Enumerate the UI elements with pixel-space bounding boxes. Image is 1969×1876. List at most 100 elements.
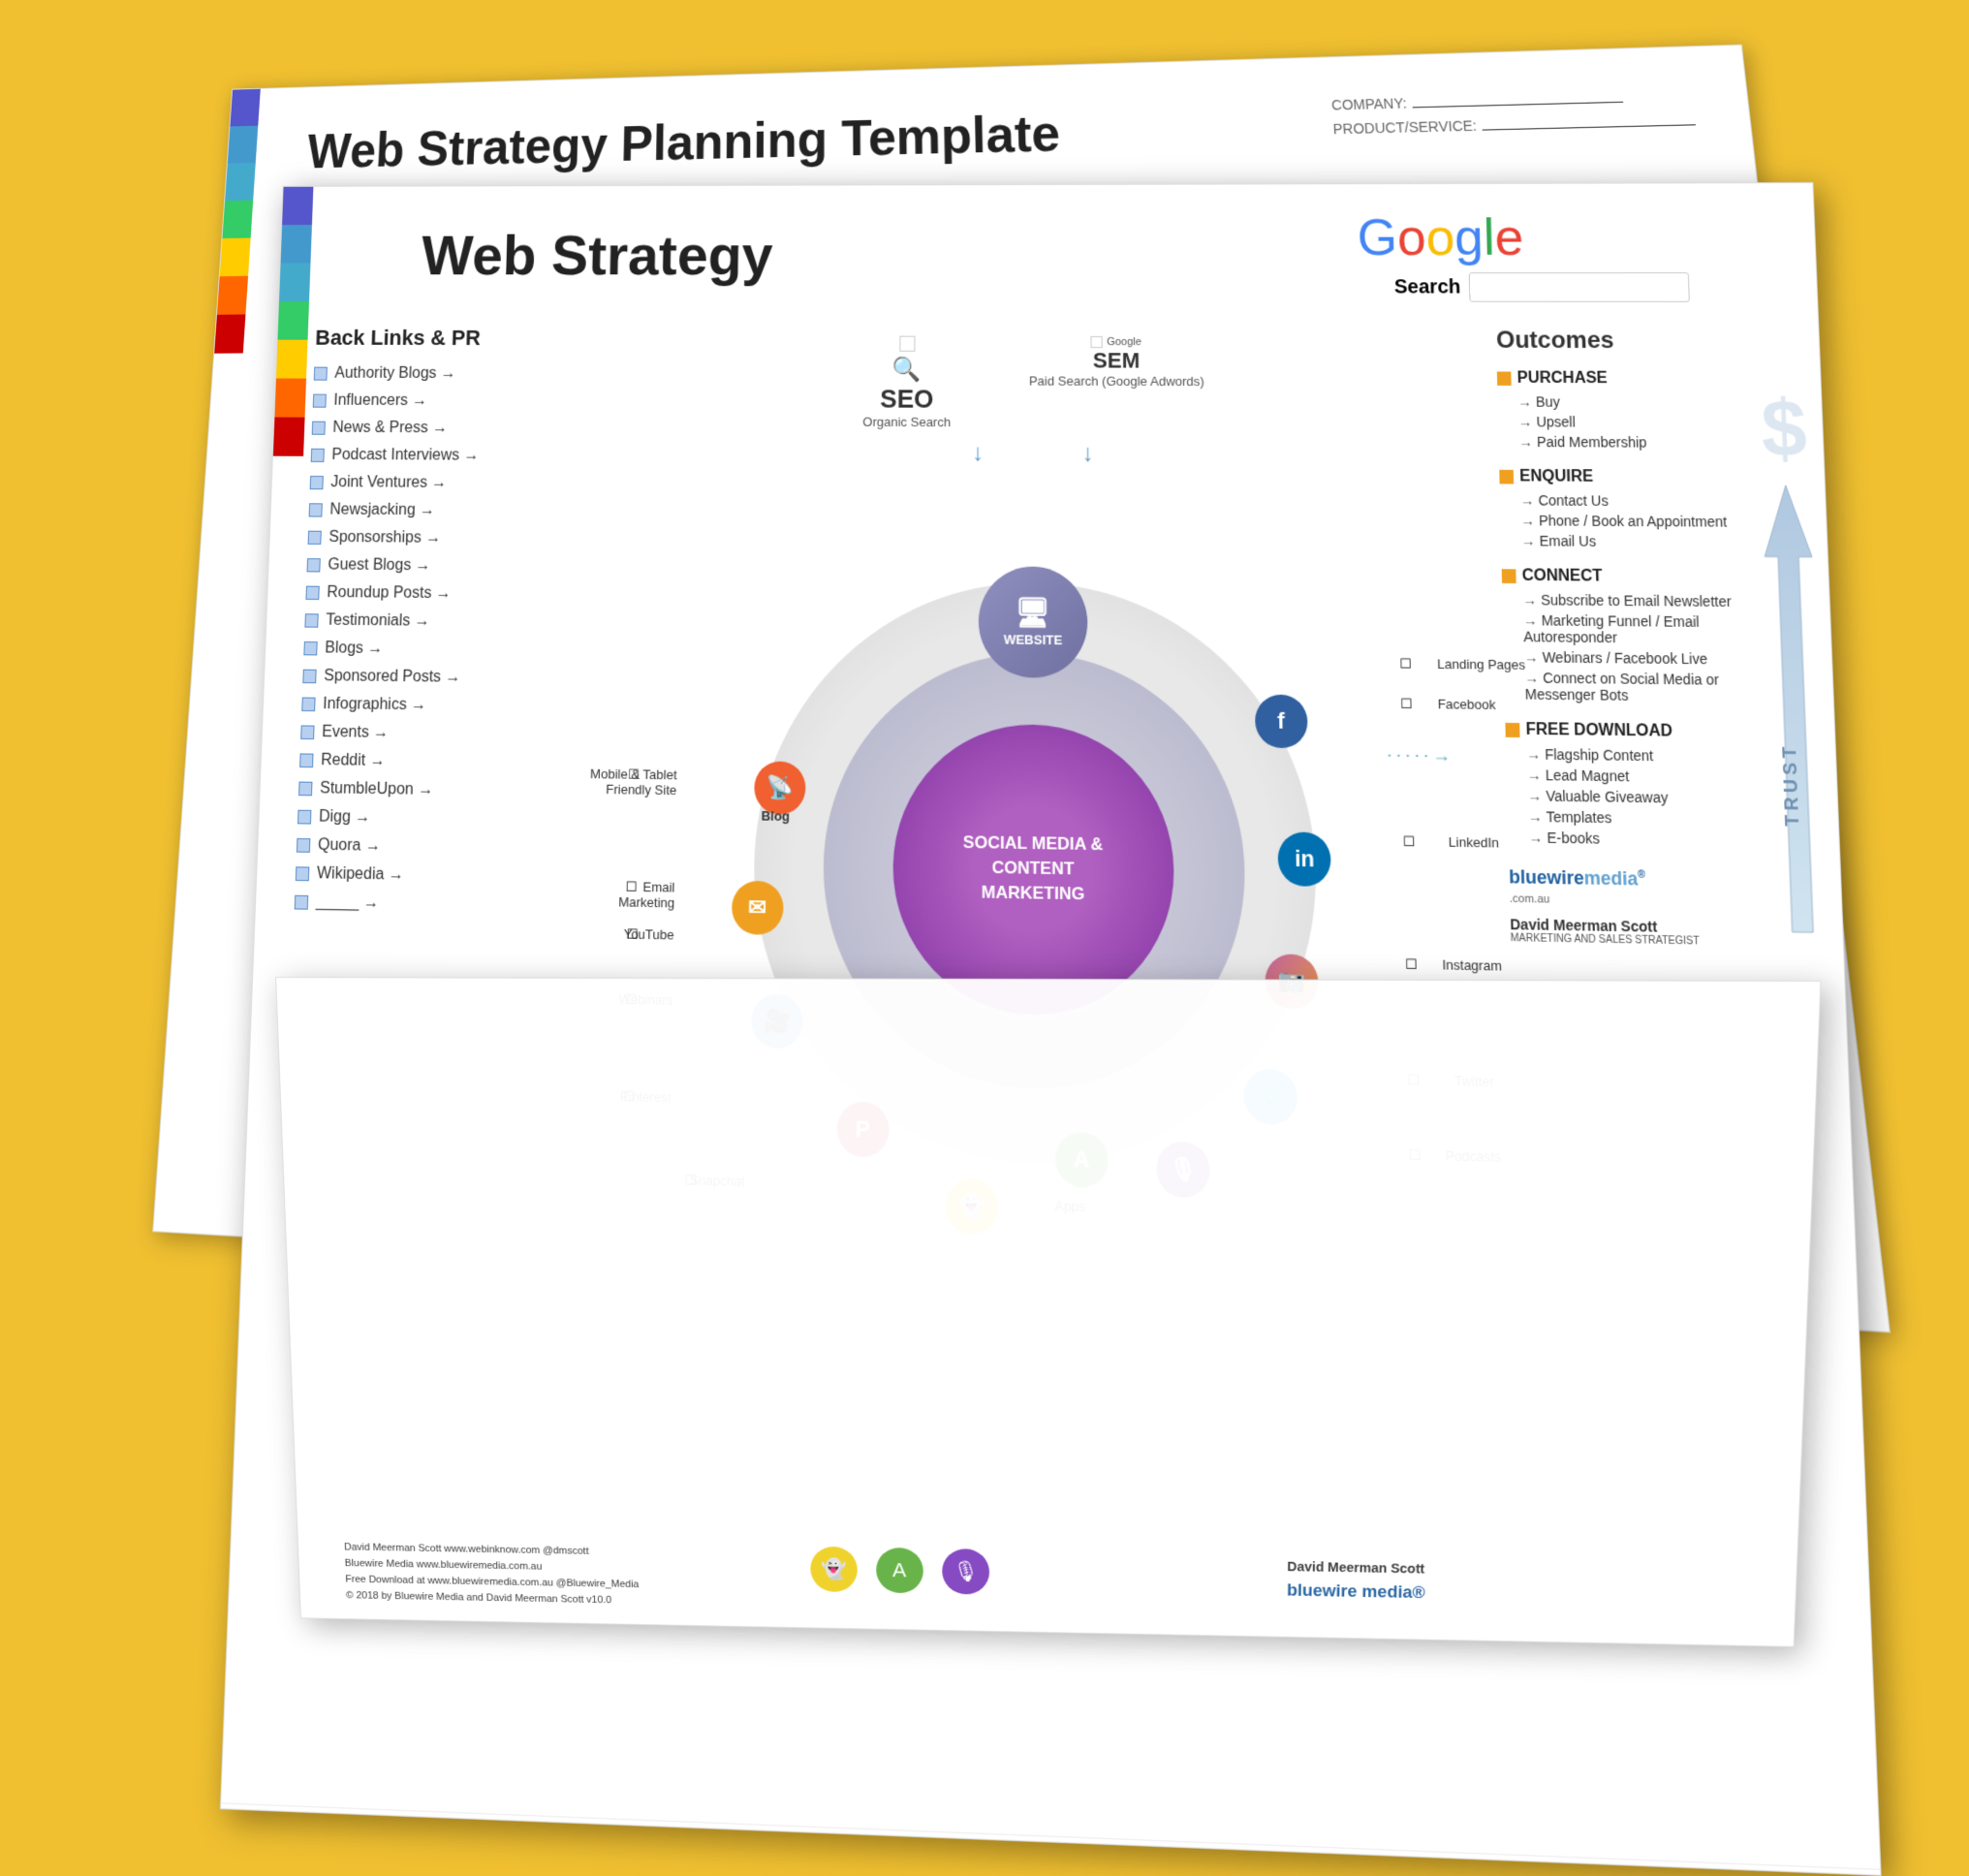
checkbox[interactable] [296,866,309,881]
outcome-item: Flagship Content [1526,746,1795,766]
facebook-label: Facebook [1438,697,1496,713]
outcome-item: Lead Magnet [1527,766,1796,787]
bottom-col-2: 👻 A 🎙 [803,998,1266,1617]
facebook-checkbox[interactable]: ☐ [1400,697,1413,713]
down-arrows: ↓ ↓ [972,440,1094,468]
linkedin-icon-badge: in [1278,831,1331,887]
back-page-fields: COMPANY: PRODUCT/SERVICE: [1331,87,1698,144]
outcome-item: Buy [1517,393,1781,410]
free-download-title: FREE DOWNLOAD [1505,721,1793,743]
list-item: Wikipedia → [296,864,569,887]
product-label: PRODUCT/SERVICE: [1332,117,1477,137]
bottom-item: David Meerman Scott www.webinknow.com @d… [344,1542,782,1560]
social-media-circle: SOCIAL MEDIA &CONTENTMARKETING [892,723,1175,1017]
checkbox[interactable] [303,641,317,656]
list-item: Authority Blogs → [314,365,580,384]
list-item: Infographics → [301,695,572,716]
checkbox[interactable] [300,725,314,739]
checkbox[interactable] [312,422,326,435]
bottom-col-1: © 2018 by Bluewire Media and David Meerm… [324,997,782,1610]
blog-icon-badge: 📡 [754,761,806,814]
outcome-item: Upsell [1518,414,1782,431]
outcomes-title: Outcomes [1496,327,1779,355]
bottom-page: © 2018 by Bluewire Media and David Meerm… [275,977,1821,1647]
purchase-title: PURCHASE [1497,369,1780,388]
outcome-item: Phone / Book an Appointment [1520,513,1785,530]
blog-label: Blog [761,808,790,824]
linkedin-label: LinkedIn [1449,834,1499,851]
checkbox[interactable] [314,367,328,381]
checkbox[interactable] [310,476,324,489]
bottom-item: Free Download at www.bluewiremedia.com.a… [345,1574,782,1592]
checkbox[interactable] [305,586,319,600]
outcome-item: Paid Membership [1518,434,1782,452]
list-item: Guest Blogs → [306,556,575,576]
list-item: Newsjacking → [309,501,578,520]
enquire-icon [1499,470,1514,485]
google-icon [1091,336,1103,348]
outcome-purchase: PURCHASE Buy Upsell Paid Membership [1497,369,1783,451]
list-item: _____ → [295,893,568,917]
linkedin-checkbox[interactable]: ☐ [1403,833,1416,850]
list-item: Reddit → [299,751,571,772]
checkbox[interactable] [309,503,323,516]
list-item: Testimonials → [304,611,574,632]
bluewire-logo: bluewiremedia® .com.au [1509,866,1799,910]
snapchat-bottom-icon: 👻 [810,1547,858,1592]
bottom-item: Bluewire Media www.bluewiremedia.com.au [345,1558,783,1577]
outcome-item: E-books [1528,829,1797,850]
list-item: Podcast Interviews → [311,447,578,465]
search-label: Search [1394,276,1461,298]
outcome-item: Email Us [1521,533,1787,551]
landing-pages-checkbox[interactable]: ☐ [1399,656,1411,672]
list-item: Quora → [297,836,569,859]
checkbox[interactable] [299,753,313,767]
checkbox[interactable] [307,558,321,572]
dotted-arrow: ·····→ [1387,744,1454,766]
email-checkbox[interactable]: ☐ [626,879,638,895]
email-icon-badge: ✉ [731,880,783,934]
checkbox[interactable] [295,895,309,910]
website-label: WEBSITE [1004,632,1063,647]
sem-label: SEM [1093,348,1140,374]
front-header: Web Strategy Google Search [278,183,1817,317]
connect-icon [1502,569,1516,583]
outcome-enquire: ENQUIRE Contact Us Phone / Book an Appoi… [1499,468,1786,550]
checkbox[interactable] [298,782,312,797]
instagram-checkbox[interactable]: ☐ [1405,956,1418,974]
list-item: Influencers → [313,392,579,411]
outcome-item: Connect on Social Media or Messenger Bot… [1524,670,1792,705]
checkbox[interactable] [297,838,310,853]
checkbox[interactable] [301,698,315,712]
apps-bottom-icon: A [876,1548,923,1594]
back-color-bars [214,89,261,354]
seo-label: SEO [880,384,933,415]
podcasts-bottom-icon: 🎙 [942,1548,989,1595]
company-label: COMPANY: [1331,95,1408,113]
seo-checkbox[interactable] [899,336,915,352]
outcome-item: Contact Us [1520,492,1785,510]
backlinks-list: Authority Blogs → Influencers → News & P… [295,365,580,917]
list-item: Digg → [297,808,570,830]
bluewire-url: .com.au [1510,892,1800,910]
outcome-item: Marketing Funnel / Email Autoresponder [1523,612,1790,647]
mobile-tablet-label: Mobile & TabletFriendly Site [559,766,677,798]
checkbox[interactable] [308,531,322,545]
sem-block: Google SEM Paid Search (Google Adwords) [1029,336,1204,430]
sem-sublabel: Paid Search (Google Adwords) [1029,373,1204,389]
youtube-checkbox[interactable]: ☐ [627,926,639,943]
checkbox[interactable] [297,810,311,825]
landing-pages-label: Landing Pages [1437,657,1525,673]
mobile-checkbox[interactable]: ☐ [628,767,640,784]
list-item: Roundup Posts → [305,584,575,605]
checkbox[interactable] [313,394,327,408]
checkbox[interactable] [304,613,318,627]
bluewire-bottom-logo: bluewire media® [1287,1581,1746,1609]
seo-sem-row: 🔍 SEO Organic Search Google SEM Paid Sea… [862,336,1204,431]
checkbox[interactable] [311,449,325,462]
bluewire-brand: bluewiremedia® [1509,866,1799,892]
bottom-item: © 2018 by Bluewire Media and David Meerm… [346,1590,783,1609]
enquire-title: ENQUIRE [1499,468,1784,487]
search-input[interactable] [1468,272,1689,302]
checkbox[interactable] [302,670,316,684]
